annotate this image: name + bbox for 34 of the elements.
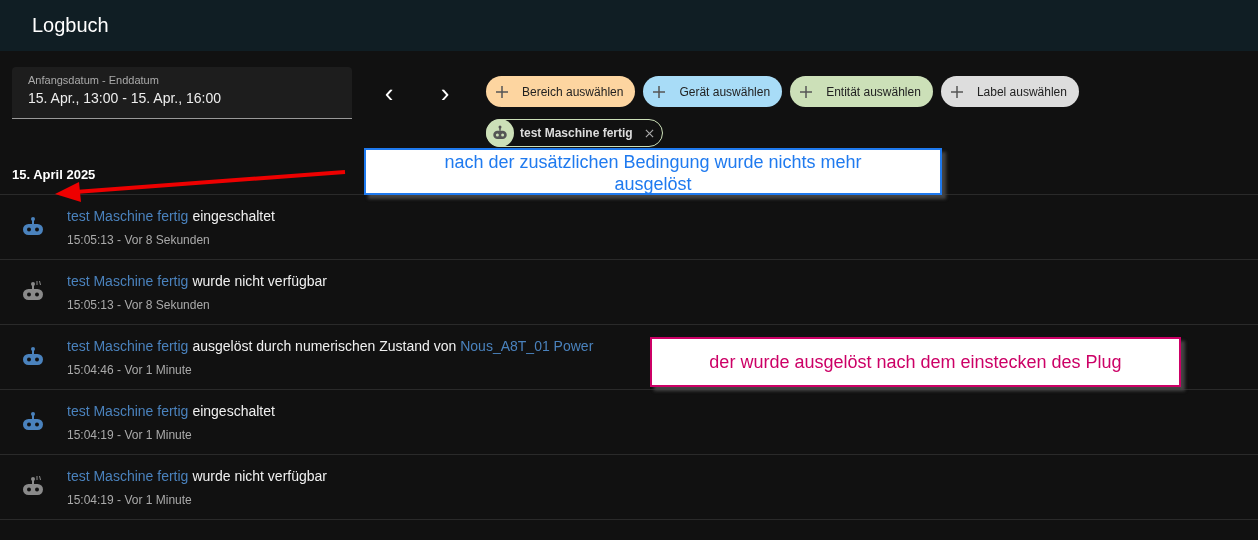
entity-link[interactable]: test Maschine fertig — [67, 337, 189, 354]
target-picker-chip[interactable]: Entität auswählen — [790, 76, 933, 107]
remove-icon[interactable] — [644, 128, 654, 138]
entry-time: 15:04:19 - Vor 1 Minute — [67, 492, 193, 507]
day-heading: 15. April 2025 — [12, 167, 96, 184]
plus-icon — [496, 85, 508, 98]
log-message: wurde nicht verfügbar — [192, 272, 328, 289]
plus-icon — [800, 85, 813, 98]
target-picker-chip[interactable]: Gerät auswählen — [643, 76, 783, 107]
entity-link[interactable]: test Maschine fertig — [67, 402, 189, 419]
previous-button[interactable]: ‹ — [374, 75, 404, 111]
entity-chip-label: test Maschine fertig — [520, 126, 633, 140]
callout-note: nach der zusätzlichen Bedingung wurde nichts mehr ausgelöst — [364, 148, 942, 195]
target-picker-chip[interactable]: Label auswählen — [940, 76, 1079, 107]
entry-time: 15:05:13 - Vor 8 Sekunden — [67, 232, 211, 247]
log-message: ausgelöst durch numerischen Zustand von — [192, 337, 457, 354]
callout-note: der wurde ausgelöst nach dem einstecken des Plug — [650, 337, 1181, 387]
log-message: wurde nicht verfügbar — [192, 467, 328, 484]
entry-time: 15:04:46 - Vor 1 Minute — [67, 362, 193, 377]
entity-link[interactable]: Nous_A8T_01 Power — [460, 337, 594, 354]
log-message: eingeschaltet — [192, 402, 275, 419]
date-range-field[interactable]: Anfangsdatum - Enddatum 15. Apr., 13:00 - 15. Apr., 16:00 — [12, 67, 352, 119]
entry-time: 15:05:13 - Vor 8 Sekunden — [67, 297, 211, 312]
entity-link[interactable]: test Maschine fertig — [67, 272, 189, 289]
plus-icon — [653, 85, 666, 98]
entry-time: 15:04:19 - Vor 1 Minute — [67, 427, 193, 442]
page-title: Logbuch — [32, 14, 109, 37]
entity-link[interactable]: test Maschine fertig — [67, 207, 189, 224]
robot-icon — [486, 119, 514, 147]
entity-link[interactable]: test Maschine fertig — [67, 467, 189, 484]
next-button[interactable]: › — [430, 75, 460, 111]
log-message: eingeschaltet — [192, 207, 275, 224]
target-picker-chip[interactable]: Bereich auswählen — [486, 76, 636, 107]
plus-icon — [950, 85, 963, 98]
